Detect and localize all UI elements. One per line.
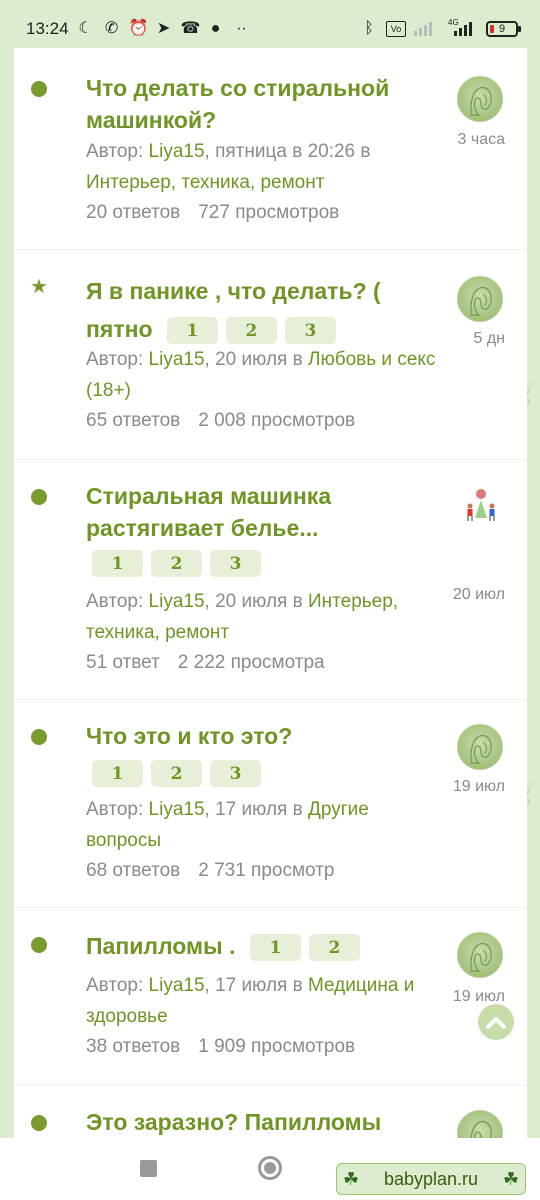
- topic-meta: Автор: Liya15, 17 июля в Другие вопросы: [86, 799, 369, 851]
- page-link[interactable]: 3: [210, 550, 261, 577]
- topic-stats: 65 ответов 2 008 просмотров: [86, 410, 355, 432]
- last-post-time: 19 июл: [452, 988, 505, 1005]
- battery-icon: 9: [486, 21, 521, 37]
- side-decoration: [527, 380, 540, 410]
- clover-icon: ☘: [343, 1168, 360, 1189]
- unread-dot-icon: [30, 488, 48, 506]
- page-link[interactable]: 1: [166, 317, 218, 345]
- author-avatar[interactable]: [457, 76, 503, 122]
- clover-icon: ☘: [502, 1168, 519, 1189]
- topic-row[interactable]: Папилломы . 1 2 Автор: Liya15, 17 июля в…: [14, 908, 527, 1086]
- topic-meta: Автор: Liya15, 20 июля в Любовь и секс (…: [86, 349, 436, 401]
- side-decoration: [527, 780, 540, 810]
- status-time: 13:24: [26, 19, 69, 38]
- topic-list: Что делать со стиральной машинкой? Автор…: [14, 48, 527, 1138]
- topic-meta: Автор: Liya15, пятница в 20:26 в Интерье…: [86, 141, 371, 193]
- category-link[interactable]: Интерьер, техника, ремонт: [86, 172, 324, 193]
- page-links: 1 2 3: [92, 760, 261, 787]
- views-count: 1 909 просмотров: [198, 1036, 356, 1057]
- star-icon: ★: [30, 276, 48, 298]
- missed-call-icon: ☎: [180, 20, 201, 37]
- moon-icon: ☾: [78, 20, 93, 37]
- author-link[interactable]: Liya15: [149, 975, 205, 996]
- page-link[interactable]: 2: [308, 934, 360, 962]
- page-link[interactable]: 3: [210, 760, 261, 787]
- topic-title-link[interactable]: Я в панике , что делать? ( пятно 1 2 3: [86, 272, 431, 348]
- unread-dot-icon: [30, 728, 48, 746]
- views-count: 2 008 просмотров: [198, 410, 356, 431]
- telegram-icon: ➤: [156, 20, 171, 37]
- more-dots-icon: ··: [236, 20, 247, 37]
- topic-row[interactable]: Что делать со стиральной машинкой? Автор…: [14, 48, 527, 250]
- unread-dot-icon: [30, 1114, 48, 1132]
- chevron-up-icon: [486, 1017, 506, 1029]
- page-link[interactable]: 3: [284, 317, 336, 345]
- page-link[interactable]: 2: [225, 317, 277, 345]
- chat-icon: ●: [210, 20, 221, 37]
- author-avatar[interactable]: [457, 276, 503, 322]
- signal-icon: [414, 20, 440, 38]
- page-link[interactable]: 1: [249, 934, 301, 962]
- page-links: 1 2 3: [92, 550, 261, 577]
- views-count: 2 222 просмотра: [177, 652, 325, 673]
- signal-4g-icon: 4G: [448, 18, 478, 38]
- author-link[interactable]: Liya15: [149, 591, 205, 612]
- topic-row[interactable]: Это заразно? Папилломы: [14, 1086, 527, 1138]
- replies-count: 51 ответ: [86, 652, 160, 673]
- author-link[interactable]: Liya15: [149, 141, 205, 162]
- page-links: 1 2 3: [166, 317, 336, 345]
- home-button[interactable]: [258, 1156, 282, 1180]
- battery-level: 9: [498, 23, 506, 35]
- bluetooth-icon: ᛒ: [364, 20, 374, 37]
- topic-meta: Автор: Liya15, 17 июля в Медицина и здор…: [86, 975, 415, 1027]
- replies-count: 65 ответов: [86, 410, 181, 431]
- topic-stats: 20 ответов 727 просмотров: [86, 202, 339, 224]
- recents-button[interactable]: [140, 1160, 157, 1177]
- author-link[interactable]: Liya15: [149, 799, 205, 820]
- author-avatar[interactable]: [457, 932, 503, 978]
- topic-row[interactable]: Что это и кто это? 1 2 3 Автор: Liya15, …: [14, 700, 527, 908]
- views-count: 727 просмотров: [198, 202, 340, 223]
- replies-count: 68 ответов: [86, 860, 181, 881]
- last-post-time: 19 июл: [452, 778, 505, 795]
- author-link[interactable]: Liya15: [149, 349, 205, 370]
- topic-row[interactable]: ★ Я в панике , что делать? ( пятно 1 2 3…: [14, 250, 527, 460]
- page-link[interactable]: 1: [92, 760, 143, 787]
- author-avatar[interactable]: [457, 724, 503, 770]
- last-post-time: 20 июл: [452, 586, 505, 603]
- topic-meta: Автор: Liya15, 20 июля в Интерьер, техни…: [86, 591, 399, 643]
- page-link[interactable]: 2: [151, 760, 202, 787]
- page-link[interactable]: 1: [92, 550, 143, 577]
- author-avatar[interactable]: [461, 488, 501, 528]
- muted-call-icon: ✆: [104, 20, 119, 37]
- views-count: 2 731 просмотр: [198, 860, 335, 881]
- topic-title-link[interactable]: Папилломы . 1 2: [86, 930, 431, 962]
- topic-title-link[interactable]: Что это и кто это?: [86, 720, 431, 752]
- topic-stats: 51 ответ 2 222 просмотра: [86, 652, 325, 674]
- topic-title-link[interactable]: Это заразно? Папилломы: [86, 1106, 431, 1138]
- topic-title-link[interactable]: Что делать со стиральной машинкой?: [86, 72, 431, 136]
- page-link[interactable]: 2: [151, 550, 202, 577]
- topic-row[interactable]: Стиральная машинка растягивает белье... …: [14, 460, 527, 700]
- topic-stats: 68 ответов 2 731 просмотр: [86, 860, 334, 882]
- brand-badge[interactable]: ☘ babyplan.ru ☘: [336, 1163, 526, 1195]
- scroll-to-top-button[interactable]: [478, 1004, 514, 1040]
- topic-stats: 38 ответов 1 909 просмотров: [86, 1036, 355, 1058]
- last-post-time: 5 дн: [473, 330, 505, 347]
- last-post-time: 3 часа: [457, 131, 505, 148]
- page-links: 1 2: [249, 934, 360, 962]
- alarm-icon: ⏰: [128, 20, 149, 37]
- author-avatar[interactable]: [457, 1110, 503, 1138]
- unread-dot-icon: [30, 80, 48, 98]
- replies-count: 38 ответов: [86, 1036, 181, 1057]
- volte-icon: Vo: [386, 21, 406, 37]
- network-label: 4G: [448, 18, 459, 27]
- topic-title-link[interactable]: Стиральная машинка растягивает белье...: [86, 480, 431, 544]
- replies-count: 20 ответов: [86, 202, 181, 223]
- unread-dot-icon: [30, 936, 48, 954]
- brand-label: babyplan.ru: [383, 1168, 479, 1189]
